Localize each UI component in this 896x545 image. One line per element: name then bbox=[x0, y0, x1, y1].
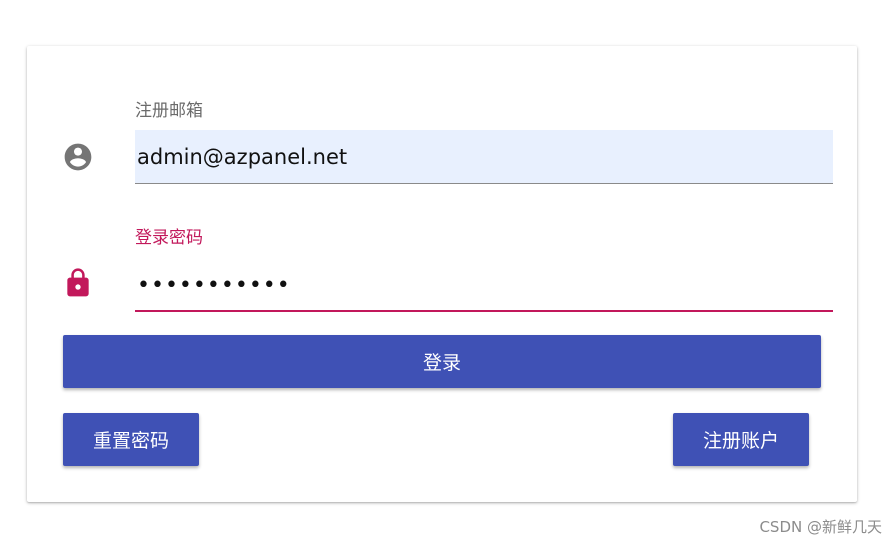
email-field-container bbox=[135, 130, 833, 184]
password-input[interactable] bbox=[135, 260, 833, 310]
login-button[interactable]: 登录 bbox=[63, 335, 821, 388]
watermark: CSDN @新鲜几天 bbox=[759, 518, 882, 536]
password-field-container bbox=[135, 260, 833, 312]
account-circle-icon bbox=[62, 141, 94, 173]
register-account-button[interactable]: 注册账户 bbox=[673, 413, 809, 466]
email-input[interactable] bbox=[135, 130, 833, 183]
email-label: 注册邮箱 bbox=[135, 101, 203, 121]
login-card: 注册邮箱 登录密码 登录 重置密码 注册账户 bbox=[27, 46, 857, 502]
reset-password-button[interactable]: 重置密码 bbox=[63, 413, 199, 466]
password-label: 登录密码 bbox=[135, 228, 203, 248]
login-page: 注册邮箱 登录密码 登录 重置密码 注册账户 CSDN @新鲜几天 bbox=[0, 0, 896, 545]
lock-icon bbox=[62, 267, 94, 299]
